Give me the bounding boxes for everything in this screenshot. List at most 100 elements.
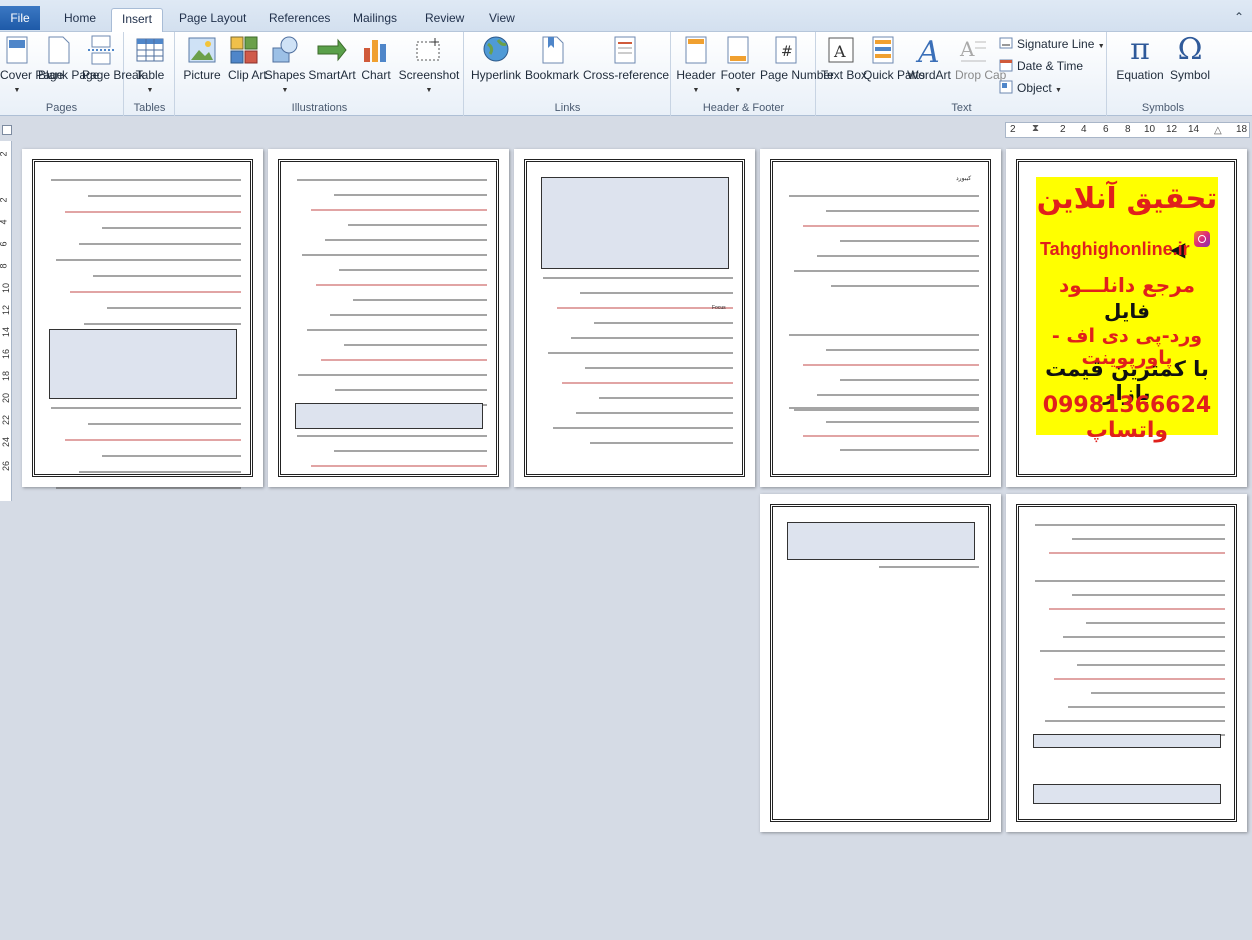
text-box-button[interactable]: A Text Box	[821, 34, 867, 82]
tab-mailings[interactable]: Mailings	[343, 8, 407, 32]
page-break-button[interactable]: Page Break	[82, 34, 145, 82]
wordart-button[interactable]: A WordArt	[905, 34, 953, 82]
code-block	[787, 522, 975, 560]
picture-button[interactable]: Picture	[180, 34, 224, 82]
hyperlink-button[interactable]: Hyperlink	[469, 34, 523, 82]
equation-button[interactable]: π Equation	[1114, 34, 1166, 82]
text-line	[576, 412, 733, 414]
text-line	[93, 275, 241, 277]
vertical-ruler[interactable]: 2 2 4 6 8 10 12 14 16 18 20 22 24 26	[0, 141, 12, 501]
svg-text:A: A	[959, 37, 975, 61]
tab-file[interactable]: File	[0, 6, 40, 30]
page-break-icon	[85, 34, 117, 66]
cover-page-button[interactable]: Cover Page ▼	[0, 34, 63, 97]
svg-text:#: #	[781, 44, 793, 60]
tab-review[interactable]: Review	[415, 8, 474, 32]
signature-line-button[interactable]: Signature Line ▼	[999, 34, 1105, 54]
drop-cap-button[interactable]: A Drop Cap	[955, 34, 1006, 82]
cross-reference-icon	[609, 34, 641, 66]
document-page[interactable]	[1006, 494, 1247, 832]
text-box-icon: A	[825, 34, 857, 66]
text-line	[1068, 706, 1225, 708]
shapes-button[interactable]: Shapes ▼	[264, 34, 306, 97]
text-line	[1091, 692, 1225, 694]
blank-page-icon	[42, 34, 74, 66]
clip-art-button[interactable]: Clip Art	[228, 34, 267, 82]
text-line	[543, 277, 733, 279]
tab-home[interactable]: Home	[54, 8, 106, 32]
footer-button[interactable]: Footer ▼	[718, 34, 758, 97]
group-illustrations: Picture Clip Art Shapes ▼ SmartArt Chart…	[176, 32, 464, 116]
document-page[interactable]	[760, 494, 1001, 832]
document-page[interactable]	[268, 149, 509, 487]
text-line	[831, 285, 979, 287]
dropdown-arrow-icon: ▼	[734, 87, 742, 94]
chart-button[interactable]: Chart	[358, 34, 394, 82]
header-button[interactable]: Header ▼	[674, 34, 718, 97]
dropdown-arrow-icon: ▼	[1055, 87, 1062, 94]
tab-references[interactable]: References	[259, 8, 340, 32]
text-line	[794, 409, 979, 411]
horizontal-ruler[interactable]: 2 2 4 6 8 10 12 14 18 ⧗ △	[1005, 122, 1250, 138]
right-indent-marker-icon[interactable]: △	[1214, 125, 1222, 136]
clip-art-icon	[228, 34, 260, 66]
smartart-button[interactable]: SmartArt	[308, 34, 356, 82]
text-line	[599, 397, 733, 399]
dropdown-arrow-icon: ▼	[13, 87, 21, 94]
document-page[interactable]	[22, 149, 263, 489]
object-button[interactable]: Object ▼	[999, 78, 1062, 98]
text-line	[571, 337, 733, 339]
cover-page-icon	[1, 34, 33, 66]
screenshot-icon	[413, 34, 445, 66]
text-line	[302, 254, 487, 256]
bookmark-button[interactable]: Bookmark	[525, 34, 579, 82]
quick-parts-button[interactable]: Quick Parts	[863, 34, 925, 82]
text-line	[334, 194, 487, 196]
picture-icon	[186, 34, 218, 66]
tab-selector[interactable]	[2, 125, 12, 135]
date-time-button[interactable]: Date & Time	[999, 56, 1083, 76]
text-line	[548, 352, 733, 354]
text-line	[339, 269, 487, 271]
page-number-button[interactable]: # Page Number	[760, 34, 834, 82]
screenshot-button[interactable]: Screenshot ▼	[398, 34, 460, 97]
svg-text:A: A	[833, 42, 846, 61]
group-header-footer: Header ▼ Footer ▼ # Page Number Header &…	[672, 32, 834, 116]
table-button[interactable]: Table ▼	[131, 34, 169, 97]
text-line	[1063, 636, 1225, 638]
tab-insert[interactable]: Insert	[111, 8, 164, 33]
text-line	[817, 394, 979, 396]
text-line	[321, 359, 487, 361]
wordart-icon: A	[913, 34, 945, 70]
text-line	[325, 239, 487, 241]
group-tables: Table ▼ Tables	[125, 32, 175, 116]
cross-reference-button[interactable]: Cross-reference	[583, 34, 669, 82]
text-line	[1049, 608, 1225, 610]
advertisement-image: تحقیق آنلاین ◀ Tahghighonline.ir مرجع دا…	[1036, 177, 1218, 443]
text-line	[803, 435, 979, 437]
text-line	[70, 291, 241, 293]
group-symbols: π Equation Ω Symbol Symbols	[1108, 32, 1218, 116]
symbol-button[interactable]: Ω Symbol	[1166, 34, 1214, 82]
text-line	[1049, 552, 1225, 554]
indent-marker-icon[interactable]: ⧗	[1032, 123, 1039, 134]
text-line	[1054, 678, 1225, 680]
tab-page-layout[interactable]: Page Layout	[169, 8, 256, 32]
text-line	[348, 224, 487, 226]
document-page[interactable]: کیبورد	[760, 149, 1001, 487]
text-line	[88, 195, 241, 197]
text-line	[1040, 650, 1225, 652]
text-line	[335, 389, 487, 391]
text-line	[56, 487, 241, 489]
blank-page-button[interactable]: Blank Page	[38, 34, 99, 82]
document-page[interactable]	[514, 149, 755, 487]
ribbon-insert: Cover Page ▼ Blank Page Page Break Pages…	[0, 32, 1252, 116]
minimize-ribbon-icon[interactable]: ⌃	[1234, 10, 1244, 24]
text-line	[298, 374, 487, 376]
tab-view[interactable]: View	[479, 8, 525, 32]
calendar-icon	[999, 58, 1013, 72]
dropdown-arrow-icon: ▼	[281, 87, 289, 94]
object-icon	[999, 80, 1013, 94]
text-line	[1086, 622, 1225, 624]
ribbon-tab-bar: File Home Insert Page Layout References …	[0, 0, 1252, 33]
